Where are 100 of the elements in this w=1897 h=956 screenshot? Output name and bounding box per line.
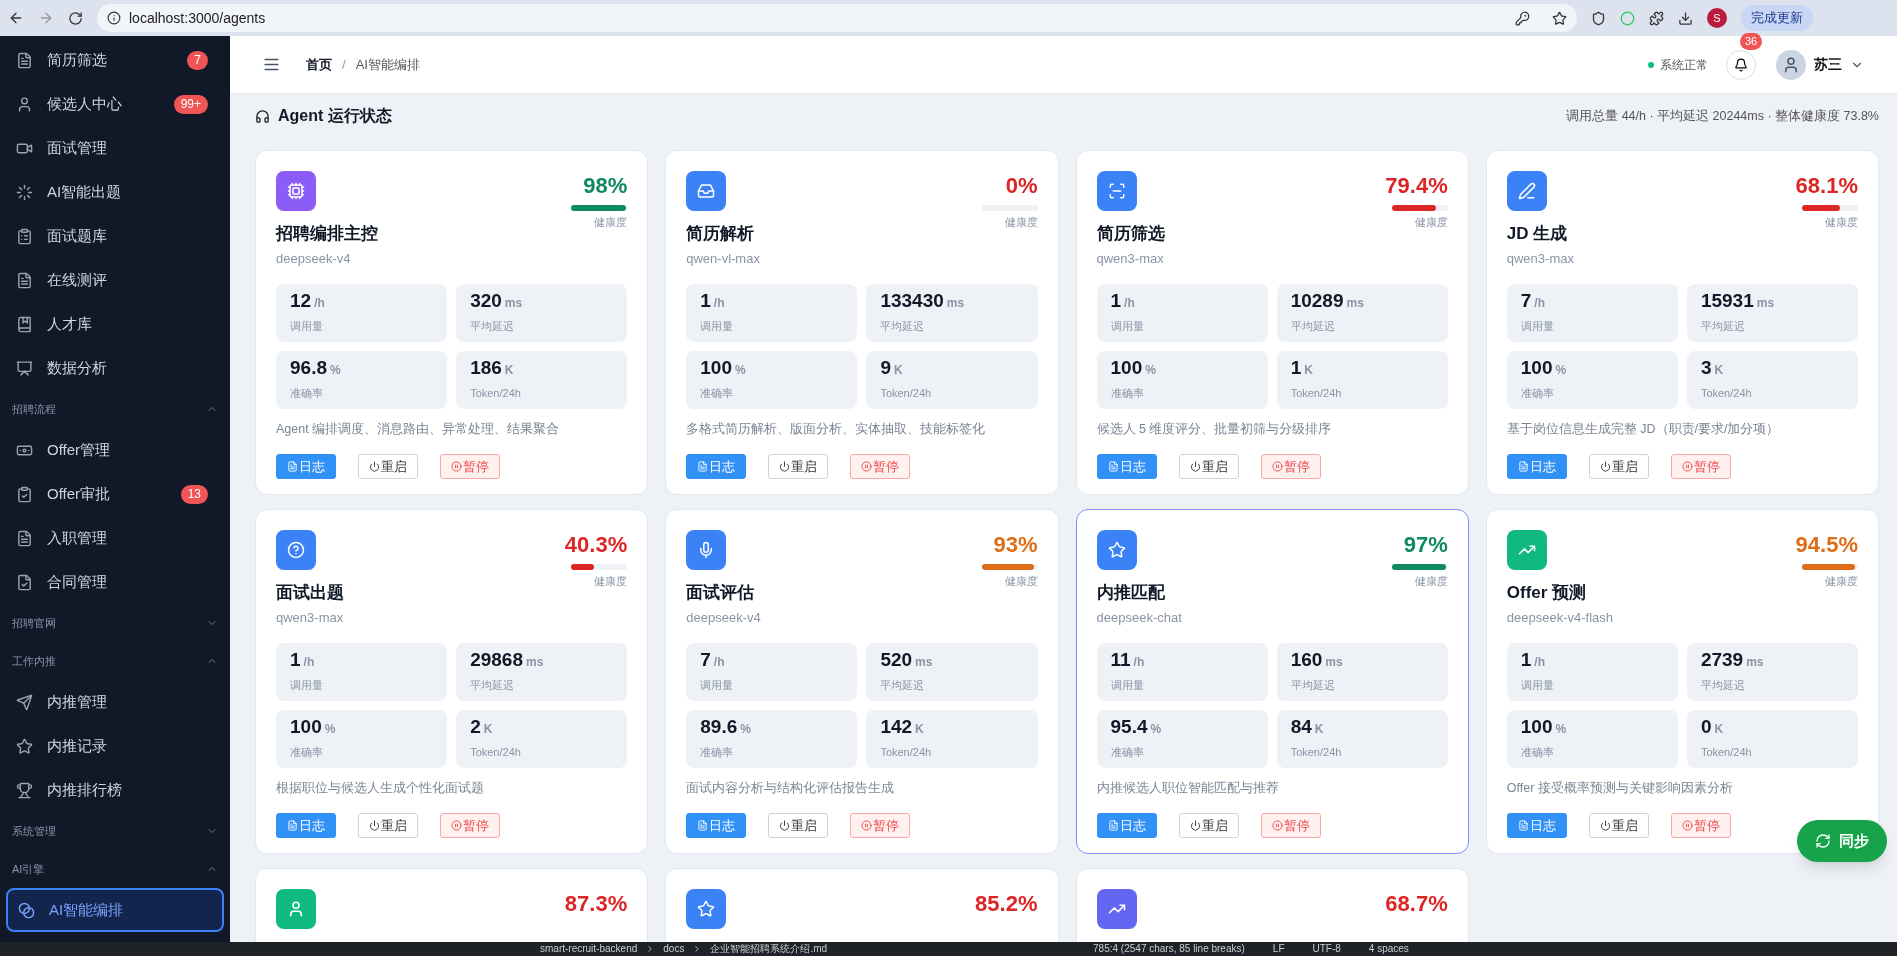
sidebar-item[interactable]: 面试管理: [6, 126, 224, 170]
stat-unit: /h: [1534, 654, 1545, 672]
action-button[interactable]: 重启: [1178, 812, 1239, 838]
sidebar-item[interactable]: 入职管理: [6, 516, 224, 560]
sidebar-section-header[interactable]: AI引擎: [4, 850, 226, 888]
pause-icon: [1681, 819, 1693, 831]
agent-card[interactable]: 87.3%: [255, 868, 649, 942]
download-icon[interactable]: [1678, 10, 1693, 26]
sidebar-item[interactable]: 候选人中心 99+: [6, 82, 224, 126]
health-percent: 93%: [993, 531, 1038, 559]
sidebar-item[interactable]: Offer管理: [6, 428, 224, 472]
action-button[interactable]: 重启: [358, 812, 418, 838]
action-button[interactable]: 暂停: [1260, 453, 1321, 479]
sidebar-item[interactable]: 人才库: [6, 302, 224, 346]
status-item[interactable]: UTF-8: [1312, 944, 1341, 954]
action-button[interactable]: 重启: [1588, 453, 1649, 479]
agent-card[interactable]: 招聘编排主控 deepseek-v4 98% 健康度 12/h 调用量 320 ms 平均延迟 96.8% 准确率 186 K Token/24h Agent 编排调度、消息路由、异常处理、结果聚合 日志 重启 暂停: [255, 150, 649, 495]
stat-label: Token/24h: [470, 745, 522, 761]
action-button[interactable]: 暂停: [440, 453, 500, 479]
breadcrumb-link[interactable]: 企业智能招聘系统介绍.md: [710, 944, 828, 954]
sidebar-item[interactable]: AI智能编排: [6, 888, 224, 932]
stat-unit: /h: [713, 654, 725, 672]
agent-card[interactable]: 面试评估 deepseek-v4 93% 健康度 7/h 调用量 520 ms 平均延迟 89.6% 准确率 142 K Token/24h 面试内容分析与结构化评估报告生成 日志 重启 暂停: [665, 509, 1059, 854]
stat-value: 320: [470, 291, 502, 311]
agent-card[interactable]: 内推匹配 deepseek-chat 97% 健康度 11/h 调用量 160 ms 平均延迟 95.4% 准确率 84 K Token/24h 内推候选人职位智能匹配与推荐 日志 重启 暂停: [1075, 509, 1469, 854]
stat-unit: K: [893, 362, 903, 380]
reload-icon[interactable]: [68, 10, 83, 26]
sidebar-section-header[interactable]: 招聘官网: [4, 604, 226, 642]
back-icon[interactable]: [8, 10, 24, 26]
agent-card[interactable]: JD 生成 qwen3-max 68.1% 健康度 7/h 调用量 15931 ms 平均延迟 100% 准确率 3 K Token/24h 基于岗位信息生成完整 JD（职责/要求/加分项） 日志 重启 暂停: [1485, 150, 1879, 495]
stat-unit: %: [1145, 362, 1156, 380]
action-button[interactable]: 重启: [1588, 812, 1649, 838]
agent-description: Agent 编排调度、消息路由、异常处理、结果聚合: [276, 421, 561, 438]
status-item[interactable]: LF: [1272, 944, 1285, 954]
sidebar-item[interactable]: AI智能出题: [6, 170, 224, 214]
pause-icon: [1271, 819, 1283, 831]
health-percent: 85.2%: [975, 890, 1038, 918]
agent-model: qwen3-max: [1506, 249, 1574, 268]
action-button[interactable]: 暂停: [440, 812, 500, 838]
stat-label: 调用量: [1110, 319, 1145, 335]
action-button[interactable]: 重启: [768, 453, 829, 479]
stat-label: 准确率: [290, 386, 324, 402]
sidebar-item[interactable]: 内推排行榜: [6, 768, 224, 812]
profile-avatar[interactable]: S: [1707, 8, 1727, 28]
action-button[interactable]: 重启: [1178, 453, 1239, 479]
address-bar[interactable]: localhost:3000/agents: [97, 4, 1577, 32]
status-item[interactable]: 785:4 (2547 chars, 85 line breaks): [1093, 944, 1245, 954]
person-icon: [1782, 55, 1800, 74]
sidebar-section-header[interactable]: 系统管理: [4, 812, 226, 850]
action-button[interactable]: 重启: [768, 812, 829, 838]
agent-model: deepseek-v4-flash: [1506, 608, 1613, 627]
action-button[interactable]: 暂停: [850, 453, 911, 479]
action-button[interactable]: 重启: [358, 453, 418, 479]
agent-card[interactable]: 简历解析 qwen-vl-max 0% 健康度 1/h 调用量 133430 ms 平均延迟 100% 准确率 9 K Token/24h 多格式简历解析、版面分析、实体抽取、技能标签化 日志 重启 暂停: [665, 150, 1059, 495]
action-button[interactable]: 暂停: [1670, 812, 1731, 838]
count-badge: 99+: [173, 94, 208, 114]
extension-icon[interactable]: [1591, 10, 1606, 26]
sidebar-item[interactable]: 面试题库: [6, 214, 224, 258]
stat-unit: %: [1150, 721, 1162, 739]
pause-icon: [861, 819, 873, 831]
action-button[interactable]: 暂停: [1670, 453, 1731, 479]
sidebar-item[interactable]: 数据分析: [6, 346, 224, 390]
stat-value: 0: [1700, 717, 1712, 737]
extensions-icon[interactable]: [1649, 10, 1664, 26]
sidebar-item[interactable]: 内推管理: [6, 680, 224, 724]
agent-card[interactable]: 85.2%: [665, 868, 1059, 942]
stat-label: 准确率: [290, 745, 324, 761]
stat-value: 84: [1290, 717, 1312, 737]
stat-label: 平均延迟: [1290, 319, 1336, 335]
sidebar-item[interactable]: Offer审批 13: [6, 472, 224, 516]
action-button[interactable]: 暂停: [1260, 812, 1321, 838]
agent-description: Offer 接受概率预测与关键影响因素分析: [1506, 780, 1734, 797]
sidebar-section-header[interactable]: 招聘流程: [4, 390, 226, 428]
stat-unit: %: [1555, 362, 1567, 380]
sidebar-item[interactable]: 合同管理: [6, 560, 224, 604]
user-avatar[interactable]: [1776, 49, 1806, 80]
breadcrumb-link[interactable]: docs: [663, 944, 685, 954]
stat-value: 11: [1110, 650, 1131, 670]
agent-name: 面试出题: [276, 582, 344, 604]
menu-icon[interactable]: [263, 56, 280, 73]
status-item[interactable]: 4 spaces: [1368, 944, 1409, 954]
bookmark-star-icon[interactable]: [1552, 10, 1567, 26]
agent-card[interactable]: 面试出题 qwen3-max 40.3% 健康度 1/h 调用量 29868 ms 平均延迟 100% 准确率 2 K Token/24h 根据职位与候选人生成个性化面试题 日志 重启 暂停: [255, 509, 649, 854]
breadcrumb-link[interactable]: 首页: [306, 54, 332, 75]
breadcrumb-link[interactable]: AI智能编排: [355, 54, 420, 75]
agent-card[interactable]: 68.7%: [1075, 868, 1469, 942]
user-name[interactable]: 苏三: [1814, 54, 1842, 75]
stat-value: 3: [1700, 358, 1712, 378]
action-button[interactable]: 暂停: [850, 812, 911, 838]
update-button[interactable]: 完成更新: [1741, 5, 1813, 31]
document-icon: [1107, 819, 1119, 831]
agent-name: 招聘编排主控: [276, 223, 378, 245]
key-icon[interactable]: [1515, 10, 1530, 26]
stat-value: 7: [1520, 291, 1532, 311]
sidebar-item[interactable]: 内推记录: [6, 724, 224, 768]
breadcrumb-link[interactable]: smart-recruit-backend: [540, 944, 638, 954]
sidebar-item[interactable]: 在线测评: [6, 258, 224, 302]
sidebar-item[interactable]: 简历筛选 7: [6, 38, 224, 82]
sidebar-section-header[interactable]: 工作内推: [4, 642, 226, 680]
agent-card[interactable]: 简历筛选 qwen3-max 79.4% 健康度 1/h 调用量 10289 ms 平均延迟 100% 准确率 1 K Token/24h 候选人 5 维度评分、批量初筛与分级排序 日志 重启 暂停: [1075, 150, 1469, 495]
